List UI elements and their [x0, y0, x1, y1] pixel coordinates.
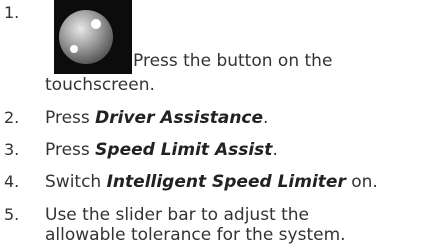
- step-2-text: Press Driver Assistance.: [45, 108, 268, 128]
- step-4-suffix: on.: [345, 172, 378, 192]
- step-4-number: 4.: [4, 172, 20, 191]
- step-5-text-line2: allowable tolerance for the system.: [45, 225, 346, 245]
- step-1-text-line2: touchscreen.: [45, 75, 155, 95]
- step-3-number: 3.: [4, 140, 20, 159]
- step-5-number: 5.: [4, 205, 20, 224]
- step-2-prefix: Press: [45, 108, 96, 128]
- step-1-number: 1.: [4, 3, 20, 22]
- step-2-emphasis: Driver Assistance: [95, 108, 264, 128]
- step-4-prefix: Switch: [45, 172, 107, 192]
- step-3-text: Press Speed Limit Assist.: [45, 140, 278, 160]
- instruction-steps: 1. Press the button on the touchscreen. …: [0, 0, 427, 247]
- step-2-suffix: .: [263, 108, 269, 128]
- step-2-number: 2.: [4, 108, 20, 127]
- step-4-text: Switch Intelligent Speed Limiter on.: [45, 172, 378, 192]
- step-3-suffix: .: [272, 140, 278, 160]
- step-5-text-line1: Use the slider bar to adjust the: [45, 205, 310, 225]
- step-3-prefix: Press: [45, 140, 96, 160]
- step-3-emphasis: Speed Limit Assist: [95, 140, 273, 160]
- step-4-emphasis: Intelligent Speed Limiter: [106, 172, 346, 192]
- step-1-text-line1: Press the button on the: [133, 51, 333, 71]
- settings-button-icon: [54, 0, 132, 74]
